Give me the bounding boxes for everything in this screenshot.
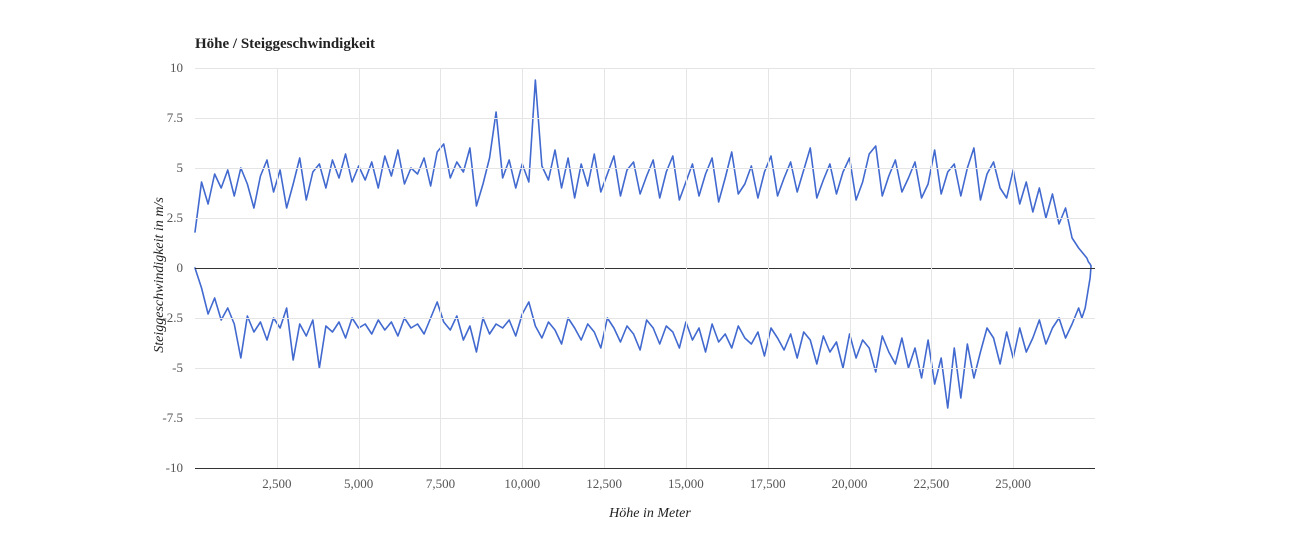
x-tick-label: 15,000 [668, 476, 704, 492]
y-tick-label: -7.5 [123, 410, 183, 426]
zero-line [195, 268, 1095, 269]
gridline-h [195, 418, 1095, 419]
y-tick-label: -2.5 [123, 310, 183, 326]
y-tick-label: 5 [123, 160, 183, 176]
gridline-h [195, 318, 1095, 319]
gridline-h [195, 118, 1095, 119]
y-tick-label: 2.5 [123, 210, 183, 226]
gridline-v [686, 68, 687, 468]
gridline-v [359, 68, 360, 468]
x-tick-label: 7,500 [426, 476, 455, 492]
y-tick-label: 10 [123, 60, 183, 76]
gridline-v [850, 68, 851, 468]
y-tick-label: 7.5 [123, 110, 183, 126]
data-line [195, 80, 1091, 408]
x-tick-label: 2,500 [262, 476, 291, 492]
x-tick-label: 22,500 [913, 476, 949, 492]
gridline-v [440, 68, 441, 468]
gridline-h [195, 218, 1095, 219]
gridline-v [277, 68, 278, 468]
gridline-h [195, 368, 1095, 369]
x-tick-label: 5,000 [344, 476, 373, 492]
chart-container: Höhe / Steiggeschwindigkeit Steiggeschwi… [0, 0, 1300, 550]
y-tick-label: -10 [123, 460, 183, 476]
x-tick-label: 25,000 [995, 476, 1031, 492]
x-tick-label: 17,500 [750, 476, 786, 492]
x-tick-label: 12,500 [586, 476, 622, 492]
plot-area: -10-7.5-5-2.502.557.5102,5005,0007,50010… [195, 68, 1095, 469]
gridline-v [768, 68, 769, 468]
x-tick-label: 10,000 [504, 476, 540, 492]
gridline-v [604, 68, 605, 468]
y-tick-label: -5 [123, 360, 183, 376]
gridline-v [522, 68, 523, 468]
chart-title: Höhe / Steiggeschwindigkeit [195, 36, 375, 53]
gridline-v [1013, 68, 1014, 468]
x-tick-label: 20,000 [832, 476, 868, 492]
y-tick-label: 0 [123, 260, 183, 276]
x-axis-label: Höhe in Meter [609, 506, 691, 522]
gridline-h [195, 168, 1095, 169]
gridline-v [931, 68, 932, 468]
gridline-h [195, 68, 1095, 69]
